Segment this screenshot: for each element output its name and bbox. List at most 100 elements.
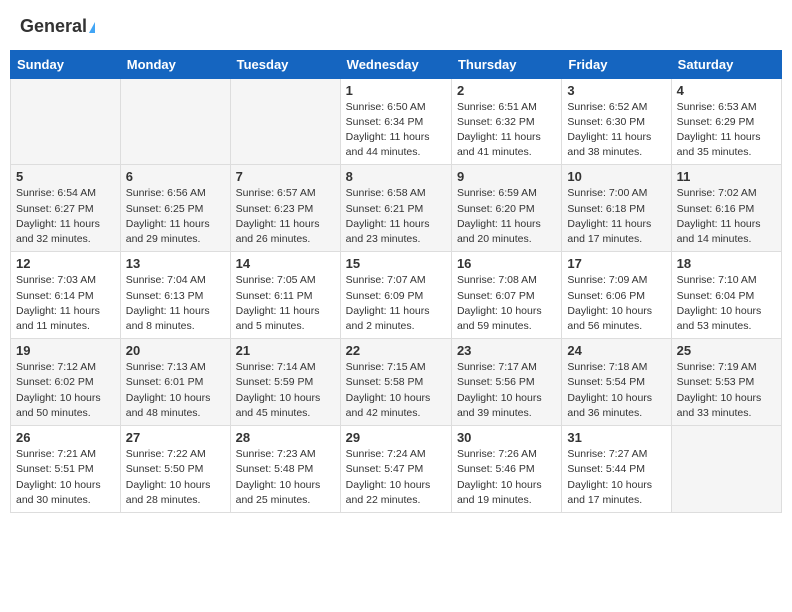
day-number: 31 — [567, 430, 665, 445]
day-cell — [230, 78, 340, 165]
day-info: Sunrise: 7:22 AM Sunset: 5:50 PM Dayligh… — [126, 447, 225, 508]
day-cell: 18 Sunrise: 7:10 AM Sunset: 6:04 PM Dayli… — [671, 252, 781, 339]
day-number: 30 — [457, 430, 556, 445]
column-header-wednesday: Wednesday — [340, 50, 451, 78]
day-cell: 5 Sunrise: 6:54 AM Sunset: 6:27 PM Daylig… — [11, 165, 121, 252]
day-cell: 8Sunrise: 6:58 AM Sunset: 6:21 PM Daylig… — [340, 165, 451, 252]
day-number: 10 — [567, 169, 665, 184]
day-info: Sunrise: 7:17 AM Sunset: 5:56 PM Dayligh… — [457, 360, 556, 421]
day-cell: 15 Sunrise: 7:07 AM Sunset: 6:09 PM Dayli… — [340, 252, 451, 339]
day-number: 16 — [457, 256, 556, 271]
day-number: 7 — [236, 169, 335, 184]
column-header-friday: Friday — [562, 50, 671, 78]
day-number: 27 — [126, 430, 225, 445]
day-info: Sunrise: 7:09 AM Sunset: 6:06 PM Dayligh… — [567, 273, 665, 334]
day-number: 6 — [126, 169, 225, 184]
day-number: 18 — [677, 256, 776, 271]
day-number: 2 — [457, 83, 556, 98]
day-info: Sunrise: 7:12 AM Sunset: 6:02 PM Dayligh… — [16, 360, 115, 421]
column-header-tuesday: Tuesday — [230, 50, 340, 78]
day-cell: 17Sunrise: 7:09 AM Sunset: 6:06 PM Dayli… — [562, 252, 671, 339]
day-cell: 22 Sunrise: 7:15 AM Sunset: 5:58 PM Dayli… — [340, 339, 451, 426]
column-header-monday: Monday — [120, 50, 230, 78]
day-cell — [11, 78, 121, 165]
day-info: Sunrise: 6:52 AM Sunset: 6:30 PM Dayligh… — [567, 100, 665, 161]
day-number: 13 — [126, 256, 225, 271]
day-number: 23 — [457, 343, 556, 358]
day-cell: 3 Sunrise: 6:52 AM Sunset: 6:30 PM Daylig… — [562, 78, 671, 165]
day-cell: 6 Sunrise: 6:56 AM Sunset: 6:25 PM Daylig… — [120, 165, 230, 252]
week-row-2: 5 Sunrise: 6:54 AM Sunset: 6:27 PM Daylig… — [11, 165, 782, 252]
day-number: 9 — [457, 169, 556, 184]
day-cell: 24 Sunrise: 7:18 AM Sunset: 5:54 PM Dayli… — [562, 339, 671, 426]
day-number: 3 — [567, 83, 665, 98]
day-cell: 13 Sunrise: 7:04 AM Sunset: 6:13 PM Dayli… — [120, 252, 230, 339]
week-row-4: 19 Sunrise: 7:12 AM Sunset: 6:02 PM Dayli… — [11, 339, 782, 426]
day-cell: 29 Sunrise: 7:24 AM Sunset: 5:47 PM Dayli… — [340, 426, 451, 513]
day-number: 28 — [236, 430, 335, 445]
day-info: Sunrise: 7:10 AM Sunset: 6:04 PM Dayligh… — [677, 273, 776, 334]
column-header-thursday: Thursday — [451, 50, 561, 78]
day-cell: 1Sunrise: 6:50 AM Sunset: 6:34 PM Daylig… — [340, 78, 451, 165]
day-number: 14 — [236, 256, 335, 271]
day-cell: 2 Sunrise: 6:51 AM Sunset: 6:32 PM Daylig… — [451, 78, 561, 165]
week-row-1: 1Sunrise: 6:50 AM Sunset: 6:34 PM Daylig… — [11, 78, 782, 165]
day-cell: 26Sunrise: 7:21 AM Sunset: 5:51 PM Dayli… — [11, 426, 121, 513]
day-number: 20 — [126, 343, 225, 358]
day-number: 21 — [236, 343, 335, 358]
day-info: Sunrise: 7:07 AM Sunset: 6:09 PM Dayligh… — [346, 273, 446, 334]
day-number: 29 — [346, 430, 446, 445]
day-info: Sunrise: 7:27 AM Sunset: 5:44 PM Dayligh… — [567, 447, 665, 508]
day-info: Sunrise: 7:05 AM Sunset: 6:11 PM Dayligh… — [236, 273, 335, 334]
day-info: Sunrise: 6:51 AM Sunset: 6:32 PM Dayligh… — [457, 100, 556, 161]
day-number: 4 — [677, 83, 776, 98]
day-number: 25 — [677, 343, 776, 358]
header-row: SundayMondayTuesdayWednesdayThursdayFrid… — [11, 50, 782, 78]
day-cell: 19 Sunrise: 7:12 AM Sunset: 6:02 PM Dayli… — [11, 339, 121, 426]
day-cell: 23 Sunrise: 7:17 AM Sunset: 5:56 PM Dayli… — [451, 339, 561, 426]
day-info: Sunrise: 7:26 AM Sunset: 5:46 PM Dayligh… — [457, 447, 556, 508]
day-info: Sunrise: 7:00 AM Sunset: 6:18 PM Dayligh… — [567, 186, 665, 247]
day-cell: 25 Sunrise: 7:19 AM Sunset: 5:53 PM Dayli… — [671, 339, 781, 426]
day-info: Sunrise: 7:04 AM Sunset: 6:13 PM Dayligh… — [126, 273, 225, 334]
week-row-3: 12Sunrise: 7:03 AM Sunset: 6:14 PM Dayli… — [11, 252, 782, 339]
logo: General — [20, 16, 95, 38]
day-cell: 28 Sunrise: 7:23 AM Sunset: 5:48 PM Dayli… — [230, 426, 340, 513]
day-cell: 31 Sunrise: 7:27 AM Sunset: 5:44 PM Dayli… — [562, 426, 671, 513]
day-number: 26 — [16, 430, 115, 445]
day-info: Sunrise: 6:58 AM Sunset: 6:21 PM Dayligh… — [346, 186, 446, 247]
day-cell: 21 Sunrise: 7:14 AM Sunset: 5:59 PM Dayli… — [230, 339, 340, 426]
day-info: Sunrise: 7:14 AM Sunset: 5:59 PM Dayligh… — [236, 360, 335, 421]
column-header-saturday: Saturday — [671, 50, 781, 78]
day-info: Sunrise: 6:54 AM Sunset: 6:27 PM Dayligh… — [16, 186, 115, 247]
day-info: Sunrise: 7:15 AM Sunset: 5:58 PM Dayligh… — [346, 360, 446, 421]
day-cell: 16Sunrise: 7:08 AM Sunset: 6:07 PM Dayli… — [451, 252, 561, 339]
day-info: Sunrise: 6:57 AM Sunset: 6:23 PM Dayligh… — [236, 186, 335, 247]
day-cell — [671, 426, 781, 513]
day-info: Sunrise: 6:50 AM Sunset: 6:34 PM Dayligh… — [346, 100, 446, 161]
day-info: Sunrise: 7:23 AM Sunset: 5:48 PM Dayligh… — [236, 447, 335, 508]
day-info: Sunrise: 7:18 AM Sunset: 5:54 PM Dayligh… — [567, 360, 665, 421]
day-number: 22 — [346, 343, 446, 358]
day-info: Sunrise: 7:03 AM Sunset: 6:14 PM Dayligh… — [16, 273, 115, 334]
day-cell: 10 Sunrise: 7:00 AM Sunset: 6:18 PM Dayli… — [562, 165, 671, 252]
day-cell: 20 Sunrise: 7:13 AM Sunset: 6:01 PM Dayli… — [120, 339, 230, 426]
day-number: 19 — [16, 343, 115, 358]
day-cell: 12Sunrise: 7:03 AM Sunset: 6:14 PM Dayli… — [11, 252, 121, 339]
day-info: Sunrise: 6:59 AM Sunset: 6:20 PM Dayligh… — [457, 186, 556, 247]
day-number: 15 — [346, 256, 446, 271]
day-info: Sunrise: 7:13 AM Sunset: 6:01 PM Dayligh… — [126, 360, 225, 421]
day-info: Sunrise: 7:24 AM Sunset: 5:47 PM Dayligh… — [346, 447, 446, 508]
day-cell: 27 Sunrise: 7:22 AM Sunset: 5:50 PM Dayli… — [120, 426, 230, 513]
day-info: Sunrise: 7:19 AM Sunset: 5:53 PM Dayligh… — [677, 360, 776, 421]
page-header: General — [10, 10, 782, 44]
day-number: 24 — [567, 343, 665, 358]
logo-general: General — [20, 16, 95, 38]
day-cell: 11Sunrise: 7:02 AM Sunset: 6:16 PM Dayli… — [671, 165, 781, 252]
day-cell: 4Sunrise: 6:53 AM Sunset: 6:29 PM Daylig… — [671, 78, 781, 165]
week-row-5: 26Sunrise: 7:21 AM Sunset: 5:51 PM Dayli… — [11, 426, 782, 513]
day-cell — [120, 78, 230, 165]
day-cell: 7 Sunrise: 6:57 AM Sunset: 6:23 PM Daylig… — [230, 165, 340, 252]
day-info: Sunrise: 6:56 AM Sunset: 6:25 PM Dayligh… — [126, 186, 225, 247]
day-number: 5 — [16, 169, 115, 184]
